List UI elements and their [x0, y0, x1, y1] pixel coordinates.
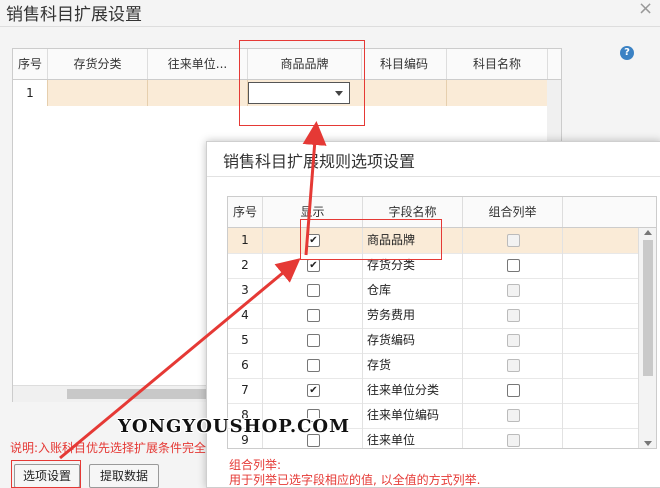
watermark: YONGYOUSHOP.COM	[118, 416, 351, 437]
arrow-to-brand-column	[302, 121, 327, 256]
annotation-arrows	[59, 121, 327, 460]
